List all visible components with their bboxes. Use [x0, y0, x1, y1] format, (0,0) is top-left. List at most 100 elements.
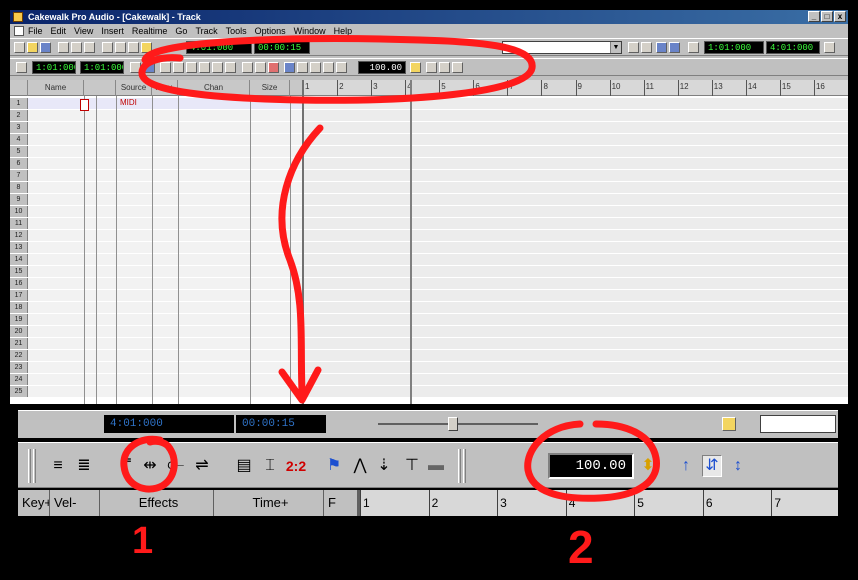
- track-row[interactable]: 10: [10, 206, 848, 217]
- track-properties[interactable]: [28, 230, 303, 241]
- col-chan[interactable]: Chan: [178, 80, 250, 96]
- col-size[interactable]: Size: [250, 80, 290, 96]
- track-clip-lane[interactable]: [303, 122, 848, 133]
- fit-icon[interactable]: [199, 62, 210, 73]
- record-mode-icon[interactable]: [628, 42, 639, 53]
- track-row[interactable]: 17: [10, 290, 848, 301]
- track-properties[interactable]: [28, 218, 303, 229]
- tool-icon[interactable]: [16, 62, 27, 73]
- align-right-icon[interactable]: ₸: [116, 455, 136, 477]
- track-clip-lane[interactable]: [303, 218, 848, 229]
- track-clip-lane[interactable]: [303, 194, 848, 205]
- track-row[interactable]: 4: [10, 134, 848, 145]
- track-row[interactable]: 13: [10, 242, 848, 253]
- tempo-ratio-1-icon[interactable]: [426, 62, 437, 73]
- menu-track[interactable]: Track: [195, 26, 217, 36]
- align-center-icon[interactable]: ≣: [74, 455, 94, 477]
- track-number[interactable]: 20: [10, 326, 28, 337]
- track-number[interactable]: 23: [10, 362, 28, 373]
- track-properties[interactable]: [28, 158, 303, 169]
- track-properties[interactable]: [28, 278, 303, 289]
- track-clip-lane[interactable]: [303, 170, 848, 181]
- open-icon[interactable]: [27, 42, 38, 53]
- track-clip-lane[interactable]: [303, 326, 848, 337]
- now-time-display[interactable]: 4:01:000: [186, 41, 252, 54]
- track-row[interactable]: 8: [10, 182, 848, 193]
- track-number[interactable]: 14: [10, 254, 28, 265]
- track-properties[interactable]: [28, 194, 303, 205]
- chord-icon[interactable]: [212, 62, 223, 73]
- menu-realtime[interactable]: Realtime: [132, 26, 168, 36]
- track-row[interactable]: 7: [10, 170, 848, 181]
- track-row[interactable]: 16: [10, 278, 848, 289]
- snap-icon[interactable]: [688, 42, 699, 53]
- track-number[interactable]: 19: [10, 314, 28, 325]
- track-properties[interactable]: [28, 374, 303, 385]
- col-effects[interactable]: Effects: [100, 490, 214, 516]
- col-name[interactable]: Name: [28, 80, 84, 96]
- track-properties[interactable]: [28, 170, 303, 181]
- undo-icon[interactable]: [102, 42, 113, 53]
- tempo-change-icon[interactable]: ⇣: [374, 455, 394, 477]
- track-row[interactable]: 14: [10, 254, 848, 265]
- triangle-icon[interactable]: [297, 62, 308, 73]
- track-number[interactable]: 24: [10, 374, 28, 385]
- track-number[interactable]: 7: [10, 170, 28, 181]
- flag-icon[interactable]: ⚑: [324, 455, 344, 477]
- track-row[interactable]: 20: [10, 326, 848, 337]
- track-properties[interactable]: [28, 254, 303, 265]
- note-icon[interactable]: [336, 62, 347, 73]
- smpte-display[interactable]: 00:00:15: [254, 41, 310, 54]
- track-row[interactable]: 22: [10, 350, 848, 361]
- track-properties[interactable]: [28, 266, 303, 277]
- track-row[interactable]: 24: [10, 374, 848, 385]
- time-sig-icon[interactable]: [268, 62, 279, 73]
- slider-knob[interactable]: [448, 417, 458, 431]
- split-icon[interactable]: ⇌: [192, 455, 212, 477]
- track-number[interactable]: 15: [10, 266, 28, 277]
- track-combo[interactable]: ▼: [502, 41, 622, 54]
- track-clip-lane[interactable]: [303, 302, 848, 313]
- track-row[interactable]: 23: [10, 362, 848, 373]
- align-center-icon[interactable]: [173, 62, 184, 73]
- align-left-icon[interactable]: ≡: [48, 455, 68, 477]
- print-icon[interactable]: [128, 42, 139, 53]
- track-properties[interactable]: [28, 338, 303, 349]
- track-row[interactable]: 2: [10, 110, 848, 121]
- track-clip-lane[interactable]: [303, 242, 848, 253]
- lyric-icon[interactable]: [242, 62, 253, 73]
- tempo-display[interactable]: 100.00: [358, 61, 406, 74]
- track-number[interactable]: 25: [10, 386, 28, 397]
- paste-icon[interactable]: [84, 42, 95, 53]
- track-number[interactable]: 9: [10, 194, 28, 205]
- track-row[interactable]: 18: [10, 302, 848, 313]
- col-vel[interactable]: Vel-: [50, 490, 100, 516]
- now-time-marker[interactable]: [410, 80, 412, 404]
- yellow-icon[interactable]: [722, 417, 736, 431]
- save-icon[interactable]: [40, 42, 51, 53]
- tempo-spin-icon[interactable]: [410, 62, 421, 73]
- track-row[interactable]: 15: [10, 266, 848, 277]
- time-ruler[interactable]: 12345678910111213141516: [303, 80, 848, 96]
- track-number[interactable]: 12: [10, 230, 28, 241]
- menu-window[interactable]: Window: [294, 26, 326, 36]
- track-number[interactable]: 10: [10, 206, 28, 217]
- track-row[interactable]: 21: [10, 338, 848, 349]
- tempo-spin-icon[interactable]: ⬍: [638, 455, 658, 477]
- track-properties[interactable]: [28, 302, 303, 313]
- pedal-icon[interactable]: [323, 62, 334, 73]
- tempo-ratio-2-icon[interactable]: ⇵: [702, 455, 722, 477]
- track-properties[interactable]: [28, 242, 303, 253]
- track-properties[interactable]: [28, 314, 303, 325]
- track-clip-lane[interactable]: [303, 182, 848, 193]
- track-clip-lane[interactable]: [303, 362, 848, 373]
- track-clip-lane[interactable]: [303, 338, 848, 349]
- track-properties[interactable]: [28, 350, 303, 361]
- tempo-display[interactable]: 100.00: [548, 453, 634, 479]
- track-properties[interactable]: [28, 98, 303, 109]
- track-row[interactable]: 12: [10, 230, 848, 241]
- track-clip-lane[interactable]: [303, 146, 848, 157]
- menu-insert[interactable]: Insert: [101, 26, 124, 36]
- menu-view[interactable]: View: [74, 26, 93, 36]
- split-icon[interactable]: [225, 62, 236, 73]
